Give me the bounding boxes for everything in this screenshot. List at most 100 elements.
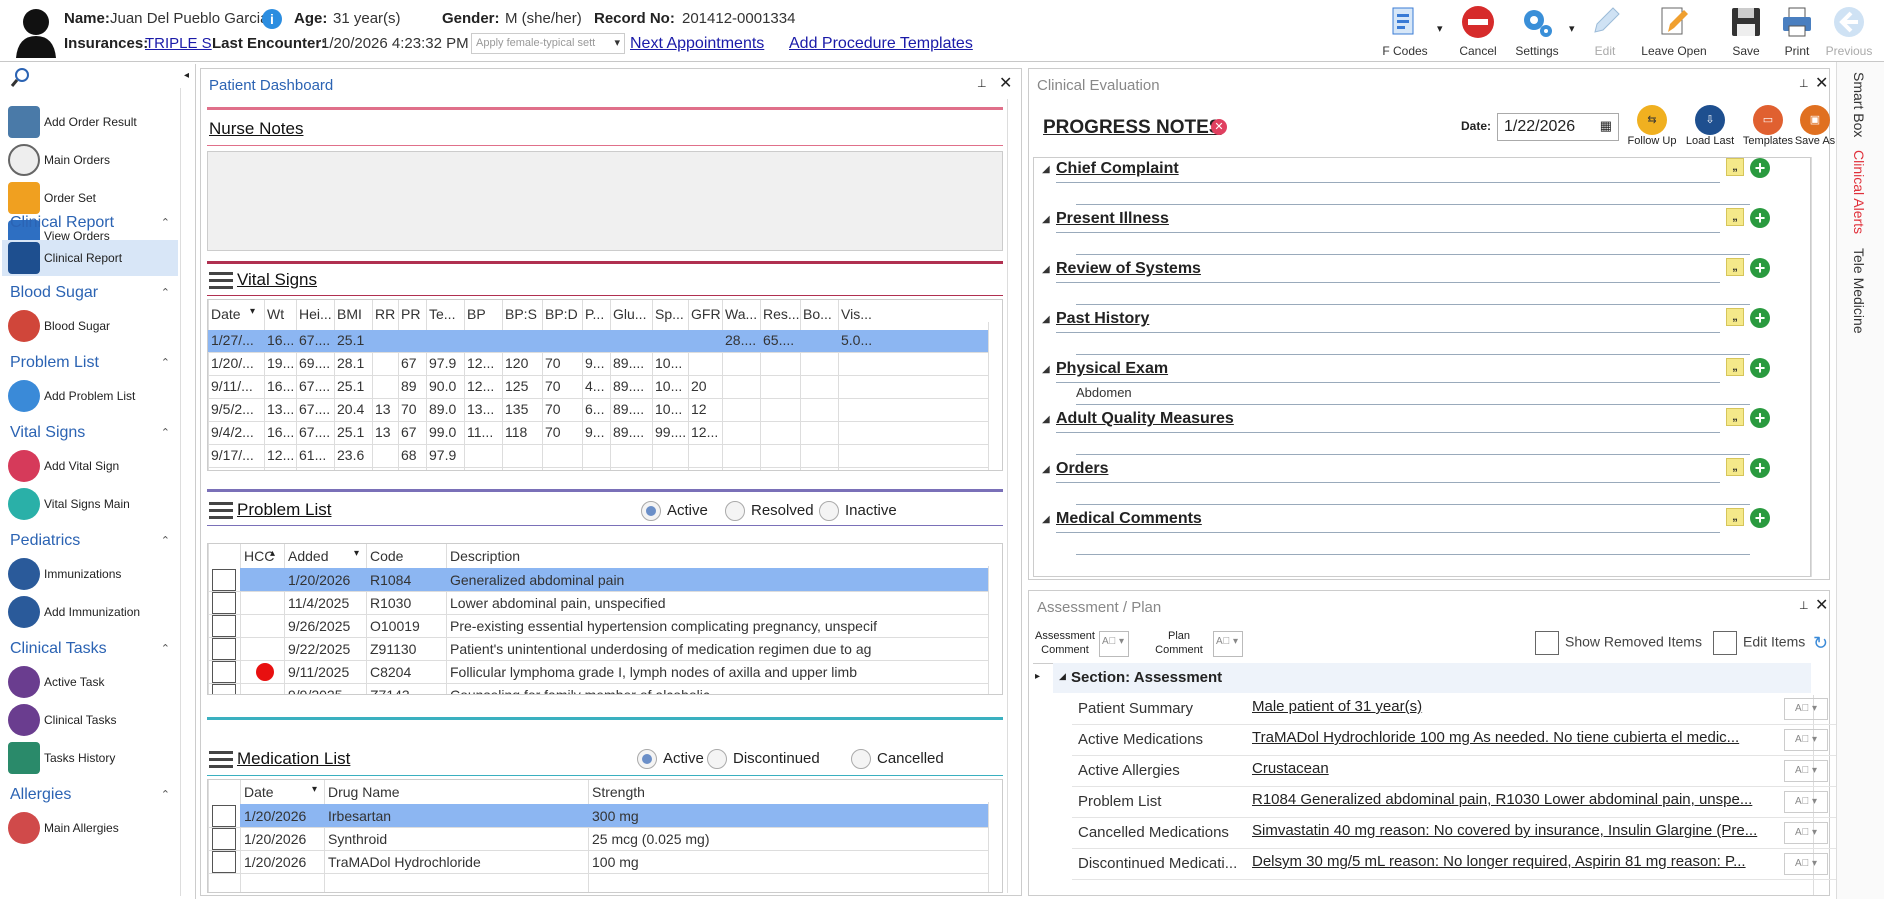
- column-header[interactable]: RR: [375, 306, 397, 322]
- section-assessment-row[interactable]: ◢ Section: Assessment: [1053, 663, 1811, 693]
- progress-section-medical-comments[interactable]: ◢ Medical Comments „ +: [1042, 508, 1770, 555]
- assessment-row[interactable]: Active Medications TraMADol Hydrochloride…: [1072, 725, 1836, 756]
- show-removed-checkbox[interactable]: Show Removed Items: [1535, 631, 1702, 655]
- follow-up-button[interactable]: ⇆ Follow Up: [1625, 105, 1679, 147]
- med-filter-cancelled[interactable]: Cancelled: [851, 749, 944, 769]
- progress-section-orders[interactable]: ◢ Orders „ +: [1042, 458, 1770, 505]
- column-header[interactable]: Sp...: [655, 306, 687, 322]
- progress-section-past-history[interactable]: ◢ Past History „ +: [1042, 308, 1770, 355]
- row-checkbox[interactable]: [212, 569, 236, 591]
- nav-immunizations[interactable]: Immunizations: [8, 558, 178, 590]
- edit-items-checkbox[interactable]: Edit Items: [1713, 631, 1805, 655]
- settings-dropdown-icon[interactable]: ▾: [1569, 22, 1575, 35]
- nav-add-immunization[interactable]: Add Immunization: [8, 596, 178, 628]
- nav-add-order-result[interactable]: Add Order Result: [8, 106, 178, 138]
- assessment-row[interactable]: Cancelled Medications Simvastatin 40 mg r…: [1072, 818, 1836, 849]
- row-checkbox[interactable]: [212, 661, 236, 683]
- add-icon[interactable]: +: [1750, 258, 1770, 278]
- quick-text-icon[interactable]: „: [1726, 458, 1744, 476]
- column-header[interactable]: Description: [450, 548, 520, 564]
- nav-add-problem-list[interactable]: Add Problem List: [8, 380, 178, 412]
- progress-section-review-of-systems[interactable]: ◢ Review of Systems „ +: [1042, 258, 1770, 305]
- column-header[interactable]: Glu...: [613, 306, 651, 322]
- collapse-icon[interactable]: ◢: [1042, 164, 1050, 175]
- row-dropdown[interactable]: A⃞ ▾: [1784, 698, 1828, 720]
- progress-notes-scrollbar[interactable]: [1811, 157, 1825, 577]
- collapse-icon[interactable]: ◢: [1042, 214, 1050, 225]
- add-icon[interactable]: +: [1750, 408, 1770, 428]
- collapse-icon[interactable]: ◢: [1042, 464, 1050, 475]
- progress-section-present-illness[interactable]: ◢ Present Illness „ +: [1042, 208, 1770, 255]
- add-icon[interactable]: +: [1750, 458, 1770, 478]
- column-header[interactable]: Date: [211, 306, 263, 322]
- add-procedure-templates-link[interactable]: Add Procedure Templates: [789, 35, 973, 53]
- next-appointments-link[interactable]: Next Appointments: [630, 35, 764, 53]
- insurance-link[interactable]: TRIPLE S: [145, 35, 212, 52]
- quick-text-icon[interactable]: „: [1726, 358, 1744, 376]
- vital-signs-scrollbar[interactable]: [988, 322, 1002, 470]
- nurse-notes-textarea[interactable]: [207, 151, 1003, 251]
- row-value[interactable]: Delsym 30 mg/5 mL reason: No longer requ…: [1252, 853, 1812, 870]
- collapse-nav-icon[interactable]: ◂: [184, 70, 189, 81]
- row-checkbox[interactable]: [212, 615, 236, 637]
- column-header[interactable]: Wa...: [725, 306, 759, 322]
- column-header[interactable]: Res...: [763, 306, 799, 322]
- add-icon[interactable]: +: [1750, 158, 1770, 178]
- column-header[interactable]: Te...: [429, 306, 463, 322]
- row-value[interactable]: R1084 Generalized abdominal pain, R1030 …: [1252, 791, 1812, 808]
- progress-section-chief-complaint[interactable]: ◢ Chief Complaint „ +: [1042, 158, 1770, 205]
- tab-tele-medicine[interactable]: Tele Medicine: [1851, 248, 1867, 334]
- tab-smart-box[interactable]: Smart Box: [1851, 72, 1867, 137]
- medication-list-scrollbar[interactable]: [988, 802, 1002, 892]
- med-filter-discontinued[interactable]: Discontinued: [707, 749, 820, 769]
- nav-section-pediatrics[interactable]: Pediatrics ⌃: [10, 532, 170, 550]
- nav-main-orders[interactable]: Main Orders: [8, 144, 178, 176]
- column-header[interactable]: BP:D: [545, 306, 581, 322]
- column-header[interactable]: Code: [370, 548, 403, 564]
- plan-comment-dropdown[interactable]: A⃞ ▾: [1213, 631, 1243, 657]
- row-checkbox[interactable]: [212, 805, 236, 827]
- nav-clinical-report[interactable]: Clinical Report: [2, 240, 178, 276]
- sort-asc-icon[interactable]: ▴: [270, 548, 275, 559]
- row-dropdown[interactable]: A⃞ ▾: [1784, 760, 1828, 782]
- column-header[interactable]: P...: [585, 306, 609, 322]
- assessment-row[interactable]: Active Allergies Crustacean A⃞ ▾: [1072, 756, 1836, 787]
- quick-text-icon[interactable]: „: [1726, 158, 1744, 176]
- nav-section-vital-signs[interactable]: Vital Signs ⌃: [10, 424, 170, 442]
- nav-section-allergies[interactable]: Allergies ⌃: [10, 786, 170, 804]
- nav-blood-sugar[interactable]: Blood Sugar: [8, 310, 178, 342]
- load-last-button[interactable]: ⇩ Load Last: [1683, 105, 1737, 147]
- column-header[interactable]: Drug Name: [328, 784, 400, 800]
- close-icon[interactable]: ✕: [1815, 595, 1828, 615]
- row-value[interactable]: Crustacean: [1252, 760, 1812, 777]
- nav-order-set[interactable]: Order Set: [8, 182, 178, 214]
- refresh-icon[interactable]: ↻: [1813, 633, 1828, 654]
- pin-icon[interactable]: ⊥: [1799, 599, 1809, 612]
- column-header[interactable]: Wt: [267, 306, 295, 322]
- row-checkbox[interactable]: [212, 638, 236, 660]
- nav-main-allergies[interactable]: Main Allergies: [8, 812, 178, 844]
- save-as-button[interactable]: ▣ Save As: [1793, 105, 1837, 147]
- quick-text-icon[interactable]: „: [1726, 208, 1744, 226]
- close-icon[interactable]: ✕: [1815, 73, 1828, 93]
- nav-tasks-history[interactable]: Tasks History: [8, 742, 178, 774]
- problem-list-grid[interactable]: HCC Added Code Description ▴ ▾ 1/20/2026 R1084 G…: [207, 543, 1003, 695]
- nav-scrollbar[interactable]: [180, 88, 194, 896]
- row-value[interactable]: TraMADol Hydrochloride 100 mg As needed.…: [1252, 729, 1812, 746]
- row-value[interactable]: Simvastatin 40 mg reason: No covered by …: [1252, 822, 1812, 839]
- collapse-icon[interactable]: ◢: [1042, 364, 1050, 375]
- apply-settings-select[interactable]: Apply female-typical sett ▾: [471, 33, 625, 54]
- column-header[interactable]: GFR: [691, 306, 721, 322]
- assessment-row[interactable]: Problem List R1084 Generalized abdominal …: [1072, 787, 1836, 818]
- collapse-icon[interactable]: ◢: [1042, 414, 1050, 425]
- previous-button[interactable]: Previous: [1820, 2, 1878, 60]
- column-header[interactable]: Strength: [592, 784, 645, 800]
- collapse-icon[interactable]: ◢: [1042, 514, 1050, 525]
- row-value[interactable]: Male patient of 31 year(s): [1252, 698, 1812, 715]
- row-checkbox[interactable]: [212, 828, 236, 850]
- print-button[interactable]: Print: [1768, 2, 1826, 60]
- add-icon[interactable]: +: [1750, 358, 1770, 378]
- column-header[interactable]: Date: [244, 784, 274, 800]
- nav-section-clinical-tasks[interactable]: Clinical Tasks ⌃: [10, 640, 170, 658]
- collapse-icon[interactable]: ◢: [1042, 314, 1050, 325]
